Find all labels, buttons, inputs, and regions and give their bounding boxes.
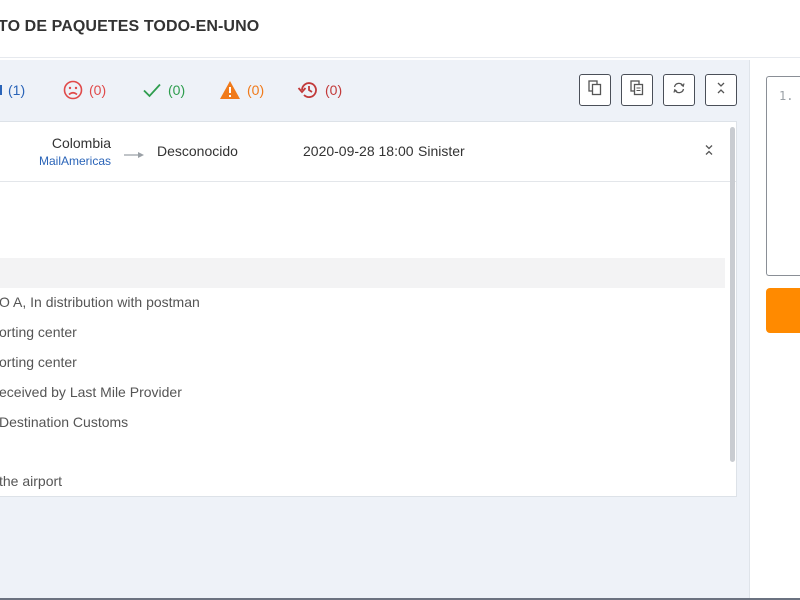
package-card: Colombia MailAmericas Desconocido 2020-0… bbox=[0, 121, 737, 497]
last-update-date: 2020-09-28 18:00 bbox=[303, 143, 414, 159]
event-item: orting center bbox=[0, 324, 77, 340]
event-item: the airport bbox=[0, 473, 63, 489]
warning-icon bbox=[219, 80, 241, 100]
collapse-all-icon bbox=[715, 81, 727, 100]
status-count: (0) bbox=[247, 82, 265, 98]
status-delivered[interactable]: (0) bbox=[142, 78, 185, 102]
top-bar: TO DE PAQUETES TODO-EN-UNO bbox=[0, 0, 800, 58]
status-count: (0) bbox=[168, 82, 186, 98]
copy-all-button[interactable] bbox=[621, 74, 653, 106]
tracking-number-input[interactable]: 1. bbox=[766, 76, 800, 276]
copy-all-icon bbox=[630, 79, 644, 101]
carrier-link[interactable]: MailAmericas bbox=[39, 154, 111, 168]
copy-icon bbox=[588, 79, 602, 101]
event-item: orting center bbox=[0, 354, 77, 370]
destination-country: Desconocido bbox=[157, 143, 238, 159]
scrollbar[interactable] bbox=[730, 127, 735, 462]
line-number: 1. bbox=[779, 89, 794, 103]
history-icon bbox=[297, 80, 319, 100]
status-alert[interactable]: (0) bbox=[219, 78, 264, 102]
status-not-found[interactable]: (0) bbox=[63, 78, 106, 102]
status-in-transit[interactable]: (1) bbox=[0, 78, 25, 102]
event-row-highlight[interactable] bbox=[0, 258, 725, 288]
refresh-button[interactable] bbox=[663, 74, 695, 106]
copy-button[interactable] bbox=[579, 74, 611, 106]
track-button[interactable] bbox=[766, 288, 800, 333]
origin-country: Colombia bbox=[51, 135, 111, 151]
sad-face-icon bbox=[63, 80, 83, 100]
collapse-icon bbox=[704, 143, 714, 161]
event-item: O A, In distribution with postman bbox=[0, 294, 200, 310]
package-summary-row[interactable]: Colombia MailAmericas Desconocido 2020-0… bbox=[0, 122, 736, 182]
status-count: (0) bbox=[89, 82, 107, 98]
status-count: (1) bbox=[8, 82, 26, 98]
page-title: TO DE PAQUETES TODO-EN-UNO bbox=[0, 18, 260, 35]
event-item: Destination Customs bbox=[0, 414, 129, 430]
checkmark-icon bbox=[142, 80, 162, 100]
event-item: eceived by Last Mile Provider bbox=[0, 384, 182, 400]
in-transit-icon bbox=[0, 85, 2, 95]
last-status: Sinister bbox=[418, 143, 465, 159]
collapse-button[interactable] bbox=[700, 143, 718, 161]
status-count: (0) bbox=[325, 82, 343, 98]
route-arrow-icon bbox=[124, 147, 146, 165]
status-expired[interactable]: (0) bbox=[297, 78, 342, 102]
collapse-all-button[interactable] bbox=[705, 74, 737, 106]
refresh-icon bbox=[672, 81, 686, 100]
